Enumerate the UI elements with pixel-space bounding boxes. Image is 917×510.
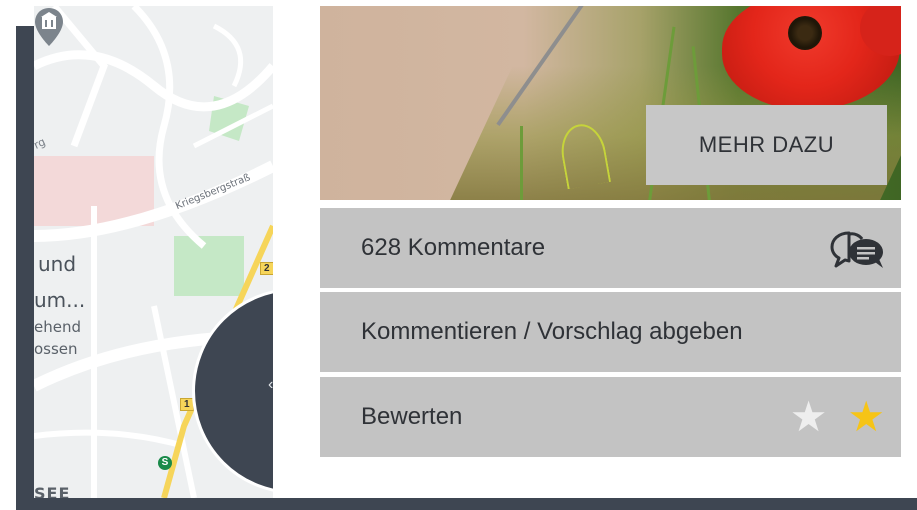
map-label-see: SEE (34, 484, 71, 498)
speech-bubbles-icon (830, 231, 883, 268)
comment-suggest-label: Kommentieren / Vorschlag abgeben (361, 318, 743, 345)
comment-suggest-button[interactable]: Kommentieren / Vorschlag abgeben (320, 292, 901, 372)
grass-stem (520, 126, 523, 200)
dark-frame-left (16, 26, 36, 510)
chevron-left-icon[interactable]: ‹ (268, 376, 273, 394)
map-label-ossen: ossen (34, 340, 78, 358)
comments-count-label: 628 Kommentare (361, 234, 546, 261)
map-label-und: und (38, 252, 77, 276)
map-label-ehend: ehend (34, 318, 81, 336)
poppy-center (788, 16, 822, 50)
more-info-button[interactable]: MEHR DAZU (646, 105, 887, 185)
rate-label: Bewerten (361, 403, 463, 430)
road-badge: 2 (260, 262, 273, 275)
museum-pin-icon[interactable] (34, 6, 64, 48)
star-rating[interactable]: ★ ★ (790, 393, 885, 441)
star-empty-icon[interactable]: ★ (790, 393, 828, 441)
s-bahn-icon[interactable]: S (158, 456, 172, 470)
map-label-museum: um... (34, 288, 86, 312)
star-filled-icon[interactable]: ★ (847, 393, 885, 441)
rate-button[interactable]: Bewerten ★ ★ (320, 377, 901, 457)
map-view[interactable]: rg Kriegsbergstraß und um... ehend ossen… (34, 6, 273, 498)
comments-button[interactable]: 628 Kommentare (320, 208, 901, 288)
dark-frame-bottom (16, 498, 917, 510)
